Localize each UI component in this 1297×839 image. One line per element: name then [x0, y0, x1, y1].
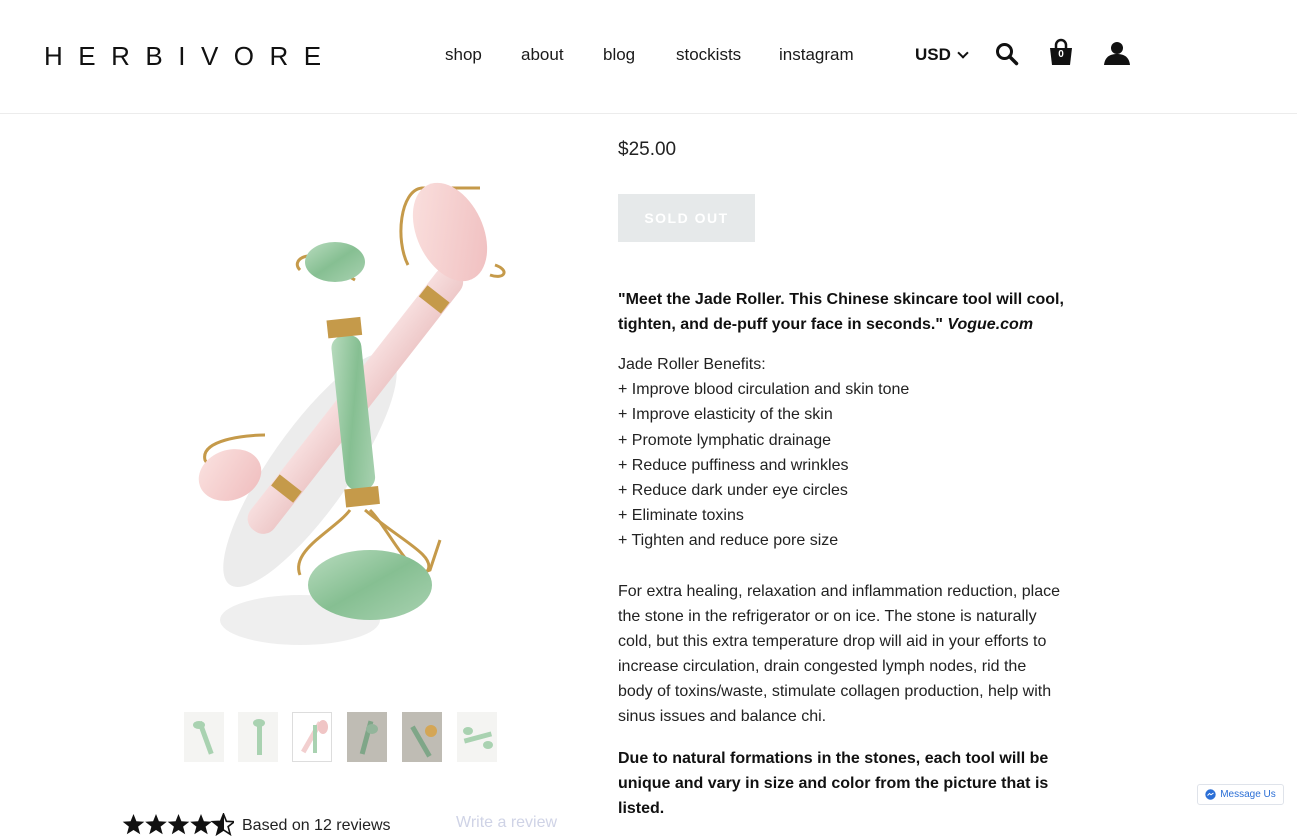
- benefit-item: + Promote lymphatic drainage: [618, 431, 831, 449]
- benefit-item: + Reduce puffiness and wrinkles: [618, 456, 849, 474]
- messenger-label: Message Us: [1220, 789, 1276, 800]
- product-image[interactable]: [160, 170, 540, 670]
- nav-item-blog[interactable]: blog: [603, 45, 635, 65]
- product-price: $25.00: [618, 139, 677, 160]
- thumbnail-2[interactable]: [238, 712, 278, 762]
- nav-item-stockists[interactable]: stockists: [676, 45, 741, 65]
- currency-label: USD: [915, 45, 951, 64]
- star-icon: [122, 814, 145, 835]
- cart-icon[interactable]: 0: [1048, 38, 1074, 71]
- benefit-item: + Reduce dark under eye circles: [618, 482, 848, 500]
- write-review-link[interactable]: Write a review: [456, 814, 557, 832]
- review-summary: Based on 12 reviews: [242, 817, 391, 834]
- nav-item-instagram[interactable]: instagram: [779, 45, 854, 65]
- site-header: HERBIVORE shop about blog stockists inst…: [0, 0, 1297, 114]
- brand-logo[interactable]: HERBIVORE: [44, 41, 337, 72]
- benefits-list: Jade Roller Benefits: + Improve blood ci…: [618, 352, 1078, 554]
- rating-stars: [122, 813, 234, 837]
- product-description: For extra healing, relaxation and inflam…: [618, 583, 1061, 726]
- thumbnail-6[interactable]: [457, 712, 497, 762]
- thumbnail-1[interactable]: [184, 712, 224, 762]
- nav-item-shop[interactable]: shop: [445, 45, 482, 65]
- nav-item-about[interactable]: about: [521, 45, 564, 65]
- messenger-button[interactable]: Message Us: [1197, 784, 1284, 805]
- quote-source: Vogue.com: [947, 316, 1034, 333]
- currency-selector[interactable]: USD: [915, 45, 969, 65]
- cart-count: 0: [1058, 49, 1064, 60]
- product-quote: "Meet the Jade Roller. This Chinese skin…: [618, 287, 1078, 337]
- search-icon[interactable]: [995, 42, 1019, 71]
- messenger-icon: [1205, 789, 1216, 800]
- sold-out-button[interactable]: SOLD OUT: [618, 194, 755, 242]
- thumbnail-4[interactable]: [347, 712, 387, 762]
- chevron-down-icon: [957, 47, 969, 59]
- benefits-title: Jade Roller Benefits:: [618, 356, 766, 373]
- benefit-item: + Improve elasticity of the skin: [618, 406, 833, 424]
- thumbnail-3[interactable]: [292, 712, 332, 762]
- benefit-item: + Improve blood circulation and skin ton…: [618, 381, 910, 399]
- thumbnail-5[interactable]: [402, 712, 442, 762]
- benefit-item: + Tighten and reduce pore size: [618, 532, 839, 550]
- product-note: Due to natural formations in the stones,…: [618, 750, 1049, 817]
- benefit-item: + Eliminate toxins: [618, 507, 744, 525]
- account-icon[interactable]: [1103, 41, 1131, 70]
